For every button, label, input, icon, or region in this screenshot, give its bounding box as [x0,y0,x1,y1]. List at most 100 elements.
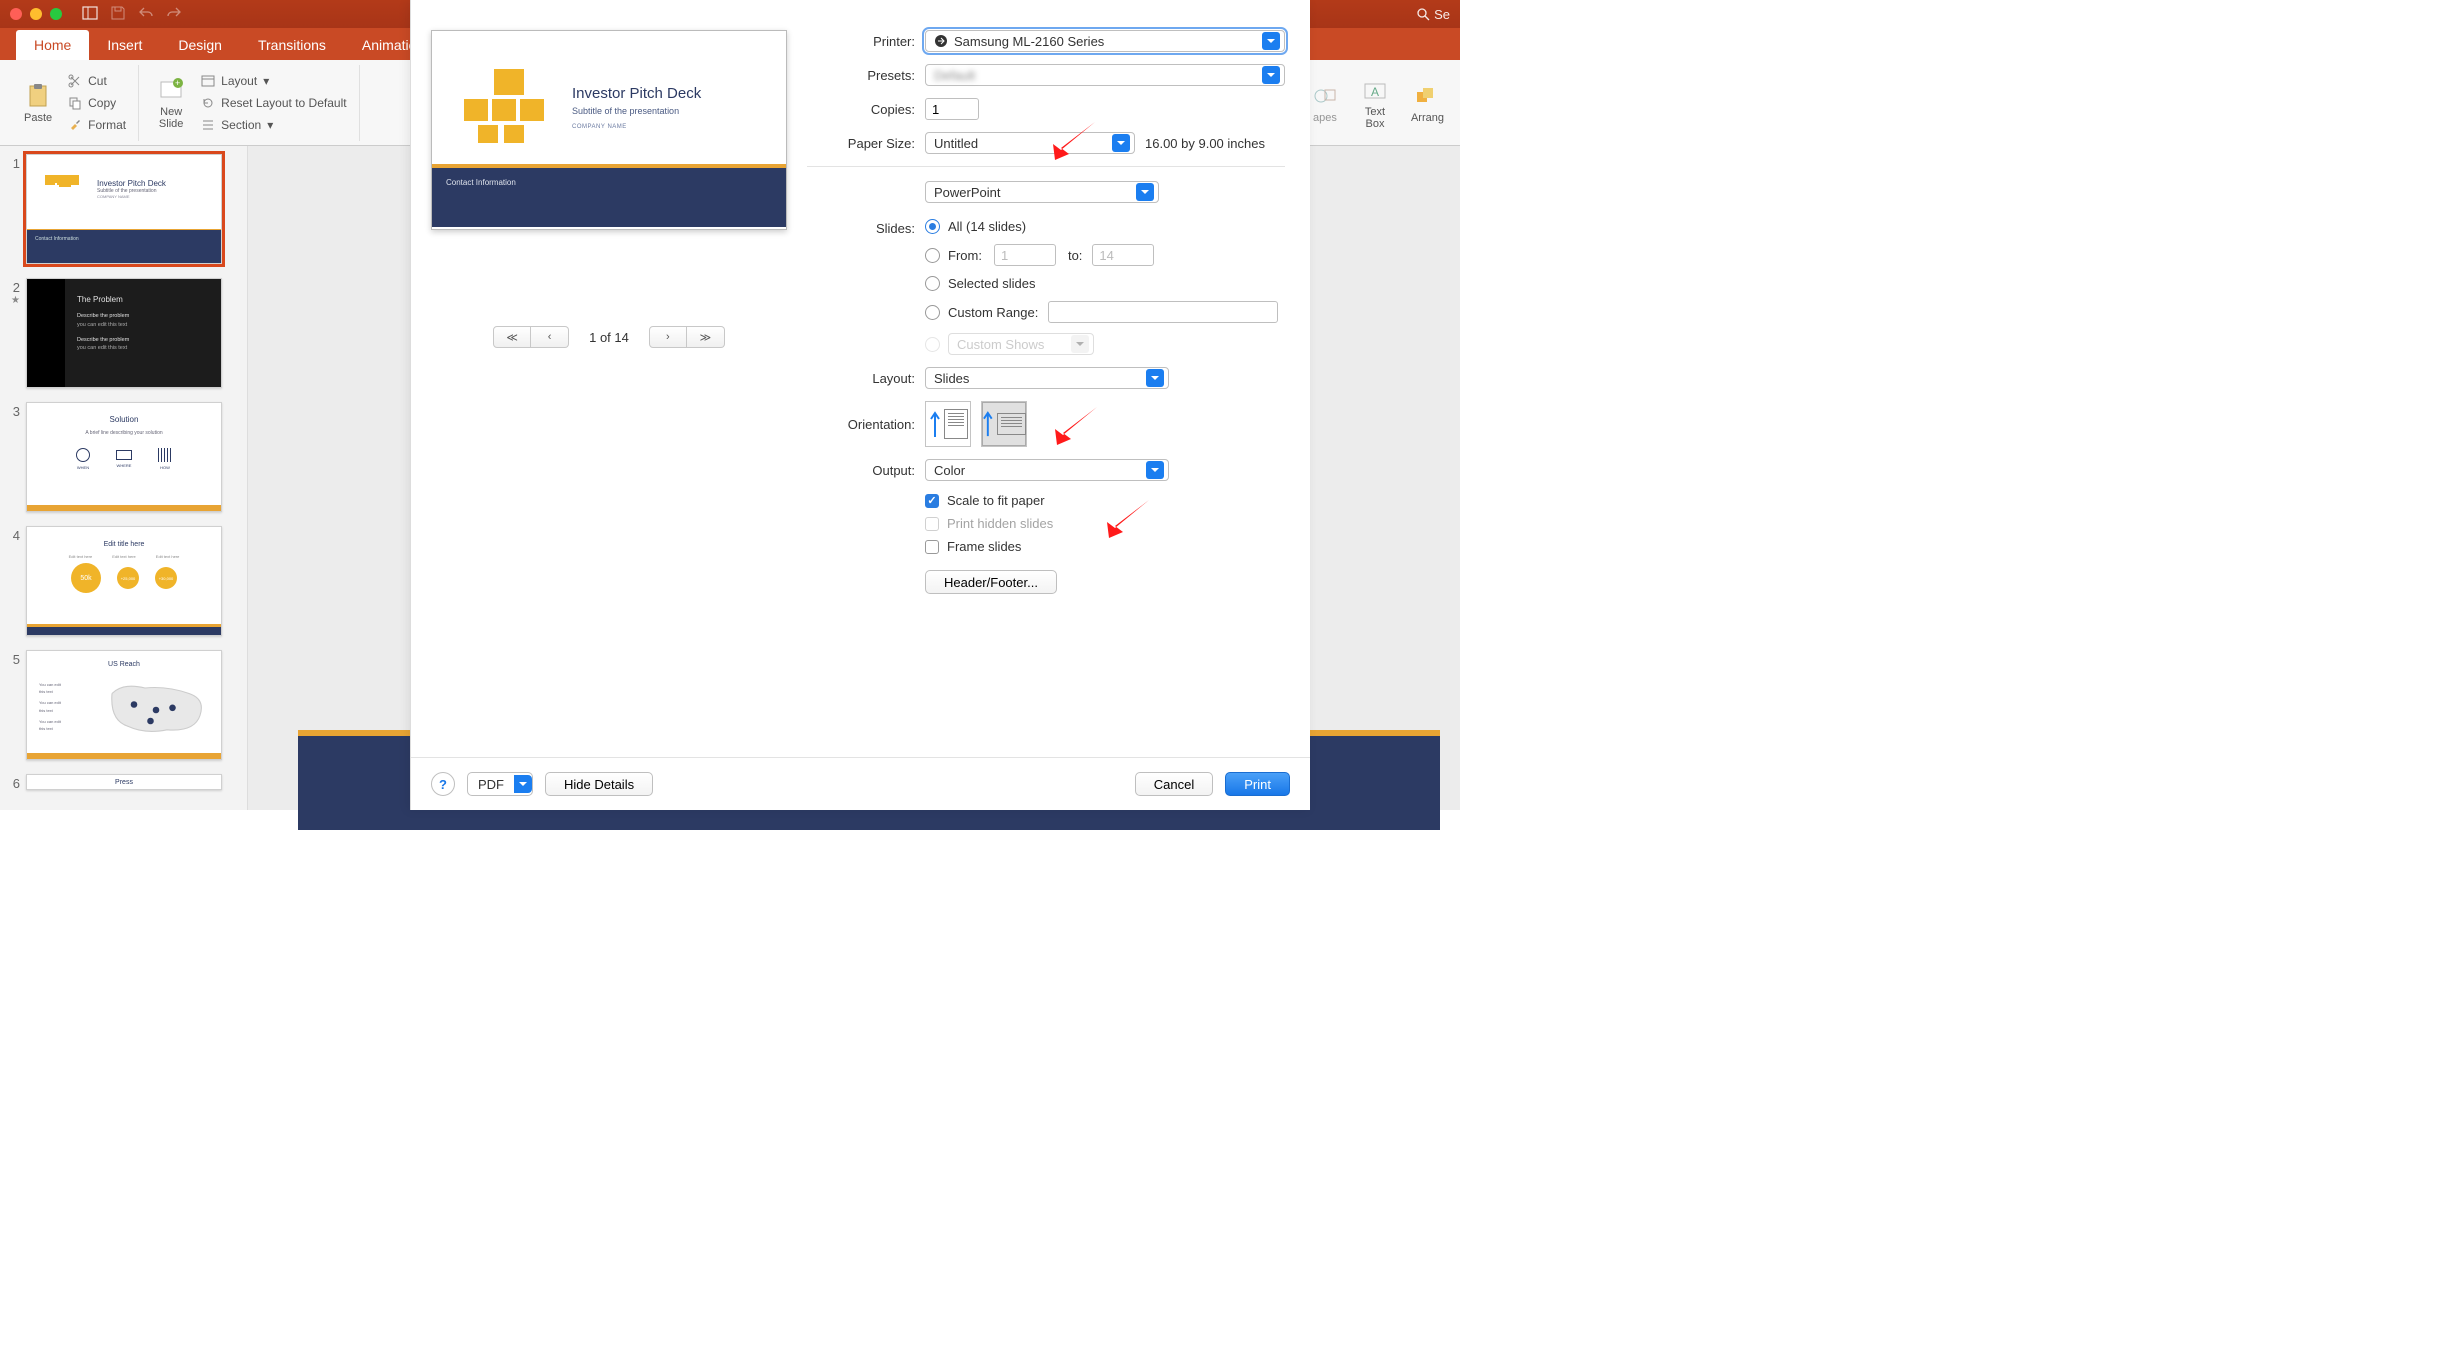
scale-to-fit-checkbox[interactable]: Scale to fit paper [925,493,1285,508]
slide-thumbnail-1[interactable]: Investor Pitch Deck Subtitle of the pres… [26,154,222,264]
output-label: Output: [807,463,915,478]
qat-save-icon[interactable] [110,5,126,24]
paintbrush-icon [68,118,82,132]
format-painter-button[interactable]: Format [64,116,130,134]
thumb-number: 5 [2,650,20,667]
slide-thumbnails-panel[interactable]: 1 Investor Pitch Deck S [0,146,248,810]
orientation-portrait-button[interactable] [925,401,971,447]
layout-label: Layout: [807,371,915,386]
search-icon [1416,7,1430,21]
header-footer-button[interactable]: Header/Footer... [925,570,1057,594]
tab-home[interactable]: Home [16,30,89,60]
slides-custom-range-radio[interactable]: Custom Range: [925,301,1278,323]
slide-thumbnail-3[interactable]: Solution A brief line describing your so… [26,402,222,512]
search-placeholder: Se [1434,7,1450,22]
slide-thumbnail-4[interactable]: Edit title here Edit text hereEdit text … [26,526,222,636]
print-hidden-checkbox: Print hidden slides [925,516,1285,531]
app-section-select[interactable]: PowerPoint [925,181,1159,203]
svg-text:+: + [175,78,180,88]
prev-page-button[interactable]: ‹ [531,326,569,348]
close-window-icon[interactable] [10,8,22,20]
copy-icon [68,96,82,110]
thumb-number: 1 [2,154,20,171]
star-icon: ★ [2,295,20,306]
slide-thumbnail-2[interactable]: The Problem Describe the problem you can… [26,278,222,388]
reset-layout-button[interactable]: Reset Layout to Default [197,94,350,112]
layout-icon [201,74,215,88]
tab-insert[interactable]: Insert [89,30,160,60]
tab-design[interactable]: Design [160,30,240,60]
print-button[interactable]: Print [1225,772,1290,796]
thumb-number: 2 [2,278,20,295]
printer-select[interactable]: Samsung ML-2160 Series [925,30,1285,52]
help-button[interactable]: ? [431,772,455,796]
preview-title: Investor Pitch Deck [572,85,701,102]
textbox-icon: A [1361,76,1389,104]
slide-thumbnail-5[interactable]: US Reach You can editthis text You can e… [26,650,222,760]
first-page-button[interactable]: ≪ [493,326,531,348]
qat-undo-icon[interactable] [138,5,154,24]
cut-button[interactable]: Cut [64,72,130,90]
reset-icon [201,96,215,110]
minimize-window-icon[interactable] [30,8,42,20]
copy-button[interactable]: Copy [64,94,130,112]
from-input[interactable] [994,244,1056,266]
thumb-number: 4 [2,526,20,543]
papersize-label: Paper Size: [807,136,915,151]
arrange-icon [1413,82,1441,110]
to-input[interactable] [1092,244,1154,266]
qat-template-icon[interactable] [82,5,98,24]
dialog-footer: ? PDF Hide Details Cancel Print [411,757,1310,810]
print-dialog: Investor Pitch Deck Subtitle of the pres… [410,0,1310,810]
papersize-select[interactable]: Untitled [925,132,1135,154]
paste-button[interactable]: Paste [18,78,58,128]
new-slide-icon: + [157,76,185,104]
search-field[interactable]: Se [1416,7,1450,22]
slides-label: Slides: [807,221,915,236]
pdf-dropdown-button[interactable]: PDF [467,772,533,796]
layout-select[interactable]: Slides [925,367,1169,389]
orientation-landscape-button[interactable] [981,401,1027,447]
custom-range-input[interactable] [1048,301,1278,323]
print-preview: Investor Pitch Deck Subtitle of the pres… [431,30,787,230]
scissors-icon [68,74,82,88]
slides-all-radio[interactable]: All (14 slides) [925,219,1278,234]
shapes-button[interactable]: apes [1305,72,1345,134]
hide-details-button[interactable]: Hide Details [545,772,653,796]
orientation-label: Orientation: [807,417,915,432]
arrow-up-icon [982,409,994,438]
slides-selected-radio[interactable]: Selected slides [925,276,1278,291]
section-button[interactable]: Section ▾ [197,116,350,134]
shapes-icon [1311,82,1339,110]
presets-select[interactable]: Default [925,64,1285,86]
zoom-window-icon[interactable] [50,8,62,20]
cancel-button[interactable]: Cancel [1135,772,1213,796]
next-page-button[interactable]: › [649,326,687,348]
page-indicator: 1 of 14 [589,330,629,345]
map-icon [101,677,211,743]
printer-label: Printer: [807,34,915,49]
slide-thumbnail-6[interactable]: Press [26,774,222,790]
preview-subtitle: Subtitle of the presentation [572,106,701,116]
layout-button[interactable]: Layout ▾ [197,72,350,90]
thumb-number: 6 [2,774,20,791]
last-page-button[interactable]: ≫ [687,326,725,348]
printer-status-icon [934,34,948,48]
new-slide-button[interactable]: + New Slide [151,72,191,134]
output-select[interactable]: Color [925,459,1169,481]
new-slide-label: New Slide [159,106,183,130]
section-icon [201,118,215,132]
paste-label: Paste [24,112,52,124]
copies-label: Copies: [807,102,915,117]
qat-redo-icon[interactable] [166,5,182,24]
tab-transitions[interactable]: Transitions [240,30,344,60]
papersize-dims: 16.00 by 9.00 inches [1145,136,1265,151]
copies-input[interactable] [925,98,979,120]
arrange-button[interactable]: Arrang [1405,72,1450,134]
arrow-up-icon [929,409,941,439]
slides-from-radio[interactable]: From: to: [925,244,1278,266]
textbox-button[interactable]: A Text Box [1355,72,1395,134]
thumb-number: 3 [2,402,20,419]
frame-slides-checkbox[interactable]: Frame slides [925,539,1285,554]
slides-custom-shows-radio: Custom Shows [925,333,1278,355]
